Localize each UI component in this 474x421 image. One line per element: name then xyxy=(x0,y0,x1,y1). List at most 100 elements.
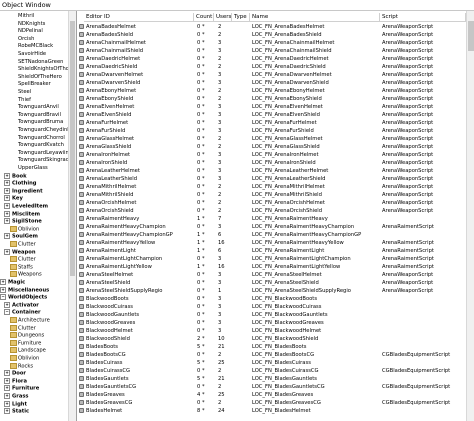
tree-node[interactable]: + Ingredient xyxy=(4,187,43,195)
expand-icon[interactable]: + xyxy=(4,393,10,399)
tree-node[interactable]: + Magic xyxy=(0,279,25,286)
tree-node[interactable]: Steel xyxy=(18,89,31,96)
expand-icon[interactable]: + xyxy=(4,187,10,194)
tree-node[interactable]: − WorldObjects xyxy=(0,294,47,301)
collapse-icon[interactable]: − xyxy=(4,309,10,316)
tree-node[interactable]: TownguardKvatch xyxy=(18,142,64,149)
table-row[interactable]: ArenaChainmailShield 0 * 3 LOC_FN_ArenaChai… xyxy=(77,47,465,55)
table-row[interactable]: ArenaEbonyHelmet 0 * 2 LOC_FN_ArenaEbonyHel… xyxy=(77,87,465,95)
expand-icon[interactable]: + xyxy=(4,400,10,407)
table-row[interactable]: ArenaDwarvenShield 0 * 3 LOC_FN_ArenaDwarve… xyxy=(77,79,465,87)
table-row[interactable]: ArenaEbonyShield 0 * 2 LOC_FN_ArenaEbonyShi… xyxy=(77,95,465,103)
expand-icon[interactable]: + xyxy=(4,180,10,187)
tree-node[interactable]: TownguardBravil xyxy=(18,112,61,119)
expand-icon[interactable]: + xyxy=(4,203,10,209)
expand-icon[interactable]: + xyxy=(4,210,10,217)
table-row[interactable]: ArenaRaimentLightYellow 1 * 16 LOC_FN_Arena… xyxy=(77,263,465,271)
object-list[interactable]: Editor ID Count Users Type Name Script A… xyxy=(77,11,474,421)
column-header-script[interactable]: Script xyxy=(380,13,466,22)
tree-node[interactable]: TownguardSkingrad xyxy=(18,157,69,164)
tree-node[interactable]: NDKnights xyxy=(18,21,45,28)
tree-node[interactable]: NDPelinal xyxy=(18,28,43,35)
collapse-icon[interactable]: − xyxy=(0,294,6,301)
table-row[interactable]: ArenaMithrilShield 0 * 2 LOC_FN_ArenaMithri… xyxy=(77,191,465,199)
table-row[interactable]: BladesGauntletsCG 0 * 2 LOC_FN_BladesGauntl… xyxy=(77,383,465,391)
expand-icon[interactable]: + xyxy=(4,218,10,225)
column-header-users[interactable]: Users xyxy=(214,13,232,22)
table-row[interactable]: ArenaGlassHelmet 0 * 2 LOC_FN_ArenaGlassHel… xyxy=(77,135,465,143)
expand-icon[interactable]: + xyxy=(4,248,10,255)
tree-node[interactable]: + Grass xyxy=(4,393,29,400)
table-row[interactable]: ArenaRaimentHeavyYellow 1 * 16 LOC_FN_Arena… xyxy=(77,239,465,247)
tree-node[interactable]: Thief xyxy=(18,97,31,104)
tree-node[interactable]: + Light xyxy=(4,400,27,408)
tree-node[interactable]: Clutter xyxy=(10,241,36,248)
table-row[interactable]: ArenaRaimentLight 1 * 6 LOC_FN_ArenaRaiment… xyxy=(77,247,465,255)
table-row[interactable]: ArenaSteelShield 0 * 3 LOC_FN_ArenaSteelShi… xyxy=(77,279,465,287)
table-row[interactable]: BlackwoodShield 2 * 10 LOC_FN_BlackwoodShie… xyxy=(77,335,465,343)
tree-node[interactable]: Weapons xyxy=(10,271,42,278)
tree-node[interactable]: Staffs xyxy=(10,263,33,271)
table-row[interactable]: BlackwoodHelmet 0 * 3 LOC_FN_BlackwoodHelme… xyxy=(77,327,465,335)
table-row[interactable]: ArenaLeatherHelmet 0 * 3 LOC_FN_ArenaLeathe… xyxy=(77,167,465,175)
table-row[interactable]: BladesGreavesCG 0 * 2 LOC_FN_BladesGreavesC… xyxy=(77,399,465,407)
tree-node[interactable]: + Misclitem xyxy=(4,210,40,218)
tree-node[interactable]: + Clothing xyxy=(4,180,37,187)
tree-node[interactable]: Landscape xyxy=(10,347,46,354)
table-row[interactable]: BlackwoodCuirass 0 * 3 LOC_FN_BlackwoodCuir… xyxy=(77,303,465,311)
tree-node[interactable]: UpperGlass xyxy=(18,165,48,172)
table-row[interactable]: ArenaElvenShield 0 * 3 LOC_FN_ArenaElvenShi… xyxy=(77,111,465,119)
tree-node[interactable]: SavoirHide xyxy=(18,51,46,58)
tree-node[interactable]: + Miscellaneous xyxy=(0,286,49,294)
table-row[interactable]: ArenaGlassShield 0 * 2 LOC_FN_ArenaGlassShi… xyxy=(77,143,465,151)
table-row[interactable]: BladesCuirassCG 0 * 2 LOC_FN_BladesCuirassC… xyxy=(77,367,465,375)
tree-node[interactable]: TownguardBruma xyxy=(18,119,63,126)
table-row[interactable]: ArenaSteelHelmet 0 * 3 LOC_FN_ArenaSteelHel… xyxy=(77,271,465,279)
table-row[interactable]: ArenaIronHelmet 0 * 3 LOC_FN_ArenaIronHelme… xyxy=(77,151,465,159)
category-tree[interactable]: Mithril NDKnights NDPelinal Orcish RobeMCBla… xyxy=(0,11,77,421)
tree-node[interactable]: Oblivion xyxy=(10,355,39,362)
table-row[interactable]: BladesHelmet 8 * 24 LOC_FN_BladesHelmet xyxy=(77,407,465,415)
tree-node[interactable]: + Weapon xyxy=(4,248,36,256)
table-row[interactable]: BladesBootsCG 0 * 2 LOC_FN_BladesBootsCG CGB… xyxy=(77,351,465,359)
tree-node[interactable]: + Flora xyxy=(4,377,27,385)
tree-node[interactable]: ShieldOfTheHero xyxy=(18,74,62,81)
tree-node[interactable]: TownguardChorrol xyxy=(18,135,65,142)
expand-icon[interactable]: + xyxy=(4,370,10,377)
tree-node[interactable]: + Key xyxy=(4,195,23,202)
column-header-count[interactable]: Count xyxy=(194,13,214,22)
list-scrollbar[interactable] xyxy=(466,11,474,421)
table-row[interactable]: ArenaRaimentHeavyChampionGP 1 * 6 LOC_FN_Ar… xyxy=(77,231,465,239)
tree-node[interactable]: Orcish xyxy=(18,36,34,43)
table-row[interactable]: ArenaDaedricHelmet 0 * 2 LOC_FN_ArenaDaedri… xyxy=(77,55,465,63)
table-row[interactable]: ArenaRaimentHeavyChampion 0 * 3 LOC_FN_Aren… xyxy=(77,223,465,231)
expand-icon[interactable]: + xyxy=(4,172,10,179)
table-row[interactable]: ArenaSteelShieldSupplyRegio 0 * 1 LOC_FN_Ar… xyxy=(77,287,465,295)
tree-node[interactable]: + Activator xyxy=(4,301,39,309)
tree-node[interactable]: Rocks xyxy=(10,362,33,370)
tree-scrollbar[interactable] xyxy=(68,11,76,421)
table-row[interactable]: BladesCuirass 5 * 25 LOC_FN_BladesCuirass xyxy=(77,359,465,367)
table-row[interactable]: BladesBoots 5 * 21 LOC_FN_BladesBoots xyxy=(77,343,465,351)
table-row[interactable]: ArenaBadesHelmet 0 * 2 LOC_FN_ArenaBadesHel… xyxy=(77,23,465,31)
table-row[interactable]: ArenaOrcishShield 0 * 2 LOC_FN_ArenaOrcishS… xyxy=(77,207,465,215)
expand-icon[interactable]: + xyxy=(4,408,10,415)
tree-node[interactable]: + Furniture xyxy=(4,385,39,392)
table-row[interactable]: ArenaDwarvenHelmet 0 * 3 LOC_FN_ArenaDwarve… xyxy=(77,71,465,79)
tree-node[interactable]: − Container xyxy=(4,309,41,316)
table-row[interactable]: ArenaLeatherShield 0 * 3 LOC_FN_ArenaLeathe… xyxy=(77,175,465,183)
tree-node[interactable]: Clutter xyxy=(10,324,36,332)
tree-node[interactable]: + Book xyxy=(4,172,27,180)
tree-node[interactable]: RobeMCBlack xyxy=(18,43,53,50)
table-row[interactable]: BlackwoodBoots 0 * 3 LOC_FN_BlackwoodBoots xyxy=(77,295,465,303)
expand-icon[interactable]: + xyxy=(0,286,6,293)
table-row[interactable]: BladesGauntlets 5 * 21 LOC_FN_BladesGauntle… xyxy=(77,375,465,383)
expand-icon[interactable]: + xyxy=(4,385,10,392)
expand-icon[interactable]: + xyxy=(4,233,10,240)
tree-node[interactable]: ShieldKnightsOfThorn xyxy=(18,66,74,73)
column-header-editor-id[interactable]: Editor ID xyxy=(84,13,194,22)
table-row[interactable]: ArenaElvenHelmet 0 * 3 LOC_FN_ArenaElvenHel… xyxy=(77,103,465,111)
table-row[interactable]: ArenaFurShield 0 * 3 LOC_FN_ArenaFurShield A… xyxy=(77,127,465,135)
expand-icon[interactable]: + xyxy=(4,377,10,384)
tree-node[interactable]: Architecture xyxy=(10,317,50,324)
